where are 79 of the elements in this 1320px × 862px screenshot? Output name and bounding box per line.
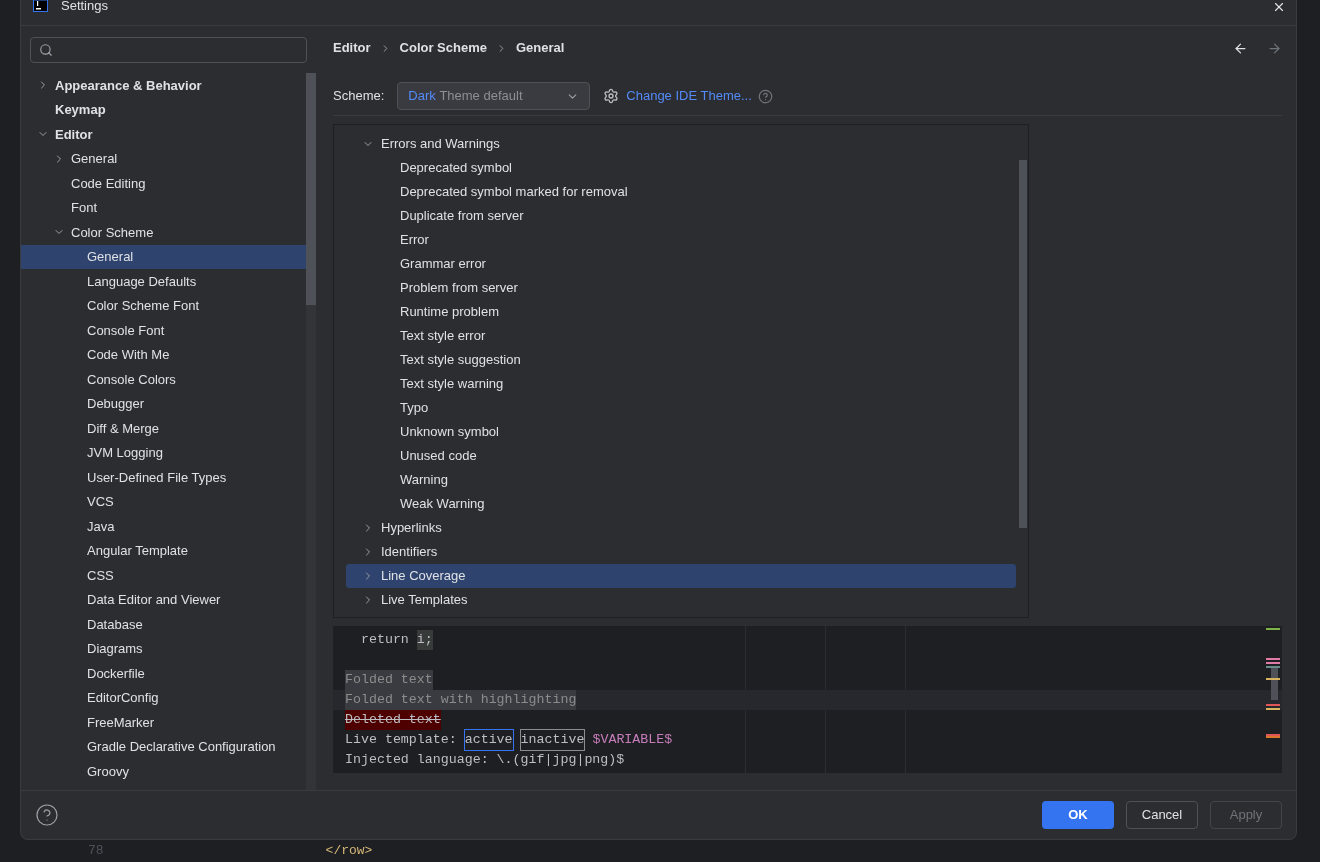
folded-text: Folded text with highlighting bbox=[345, 690, 577, 710]
folded-text: Folded text bbox=[345, 670, 433, 690]
scrollbar[interactable] bbox=[306, 73, 316, 790]
option-item[interactable]: Grammar error bbox=[346, 252, 1016, 276]
sidebar-item[interactable]: Language Defaults bbox=[21, 269, 306, 294]
sidebar-item[interactable]: FreeMarker bbox=[21, 710, 306, 735]
change-theme-link[interactable]: Change IDE Theme... bbox=[626, 86, 752, 106]
sidebar-item[interactable]: Code Editing bbox=[21, 171, 306, 196]
option-item[interactable]: Weak Warning bbox=[346, 492, 1016, 516]
sidebar-item[interactable]: EditorConfig bbox=[21, 685, 306, 710]
breadcrumb-item[interactable]: Editor bbox=[333, 38, 371, 58]
sidebar-item[interactable]: Appearance & Behavior bbox=[21, 73, 306, 98]
code-text: return bbox=[359, 631, 410, 649]
template-active: active bbox=[464, 730, 513, 750]
option-item[interactable]: Text style warning bbox=[346, 372, 1016, 396]
deleted-text: Deleted text bbox=[345, 710, 441, 730]
sidebar-item[interactable]: Gradle Declarative Configuration bbox=[21, 734, 306, 759]
sidebar-item[interactable]: VCS bbox=[21, 489, 306, 514]
sidebar-item[interactable]: Debugger bbox=[21, 391, 306, 416]
sidebar-item[interactable]: General bbox=[21, 244, 306, 269]
app-logo-icon bbox=[33, 0, 48, 12]
scrollbar[interactable] bbox=[1019, 160, 1027, 528]
close-icon[interactable] bbox=[1272, 0, 1286, 14]
code-text: Injected language: \.(gif|jpg|png)$ bbox=[345, 751, 625, 769]
sidebar-item[interactable]: General bbox=[21, 146, 306, 171]
search-icon bbox=[39, 43, 53, 57]
sidebar-item[interactable]: Groovy bbox=[21, 759, 306, 784]
sidebar-item[interactable]: Console Colors bbox=[21, 367, 306, 392]
code-text: </row> bbox=[325, 842, 373, 861]
option-item[interactable]: Warning bbox=[346, 468, 1016, 492]
option-item[interactable]: Line Coverage bbox=[346, 564, 1016, 588]
window-title: Settings bbox=[61, 0, 108, 12]
code-text: Live template: bbox=[345, 731, 458, 749]
option-item[interactable]: Text style error bbox=[346, 324, 1016, 348]
option-item[interactable]: Errors and Warnings bbox=[346, 132, 1016, 156]
option-item[interactable]: Typo bbox=[346, 396, 1016, 420]
template-inactive: inactive bbox=[520, 730, 585, 750]
breadcrumb-item[interactable]: Color Scheme bbox=[399, 38, 487, 58]
sidebar-item[interactable]: Code With Me bbox=[21, 342, 306, 367]
sidebar-item[interactable]: Keymap bbox=[21, 97, 306, 122]
sidebar-item[interactable]: Java bbox=[21, 514, 306, 539]
template-variable: $VARIABLE$ bbox=[592, 731, 673, 749]
option-item[interactable]: Deprecated symbol bbox=[346, 156, 1016, 180]
sidebar-item[interactable]: CSS bbox=[21, 563, 306, 588]
sidebar-item[interactable]: Database bbox=[21, 612, 306, 637]
option-item[interactable]: Live Templates bbox=[346, 588, 1016, 612]
scheme-dropdown[interactable]: Dark Theme default bbox=[397, 82, 591, 110]
option-item[interactable]: Unknown symbol bbox=[346, 420, 1016, 444]
sidebar-item[interactable]: Color Scheme Font bbox=[21, 293, 306, 318]
forward-arrow-icon[interactable] bbox=[1267, 40, 1282, 56]
sidebar-item[interactable]: Color Scheme bbox=[21, 220, 306, 245]
option-item[interactable]: Runtime problem bbox=[346, 300, 1016, 324]
help-icon[interactable] bbox=[35, 803, 59, 827]
option-item[interactable]: Error bbox=[346, 228, 1016, 252]
sidebar-item[interactable]: Dockerfile bbox=[21, 661, 306, 686]
sidebar-item[interactable]: User-Defined File Types bbox=[21, 465, 306, 490]
gear-icon[interactable] bbox=[603, 88, 620, 104]
breadcrumb-item[interactable]: General bbox=[516, 38, 565, 58]
scheme-label: Scheme: bbox=[333, 87, 385, 106]
sidebar-item[interactable]: Editor bbox=[21, 122, 306, 147]
sidebar-item[interactable]: Font bbox=[21, 195, 306, 220]
code-text: i; bbox=[416, 630, 433, 650]
sidebar-item[interactable]: Angular Template bbox=[21, 538, 306, 563]
dialog-button[interactable]: OK bbox=[1042, 801, 1114, 829]
option-item[interactable]: Text style suggestion bbox=[346, 348, 1016, 372]
sidebar-item[interactable]: Data Editor and Viewer bbox=[21, 587, 306, 612]
sidebar-item[interactable]: Diff & Merge bbox=[21, 416, 306, 441]
sidebar-item[interactable]: JVM Logging bbox=[21, 440, 306, 465]
option-item[interactable]: Hyperlinks bbox=[346, 516, 1016, 540]
sidebar-item[interactable]: Diagrams bbox=[21, 636, 306, 661]
option-item[interactable]: Identifiers bbox=[346, 540, 1016, 564]
option-item[interactable]: Problem from server bbox=[346, 276, 1016, 300]
help-icon[interactable] bbox=[757, 88, 773, 104]
sidebar-item[interactable]: Console Font bbox=[21, 318, 306, 343]
search-field[interactable] bbox=[30, 37, 307, 63]
option-item[interactable]: Deprecated symbol marked for removal bbox=[346, 180, 1016, 204]
option-item[interactable]: Duplicate from server bbox=[346, 204, 1016, 228]
option-item[interactable]: Unused code bbox=[346, 444, 1016, 468]
dialog-button[interactable]: Cancel bbox=[1126, 801, 1198, 829]
